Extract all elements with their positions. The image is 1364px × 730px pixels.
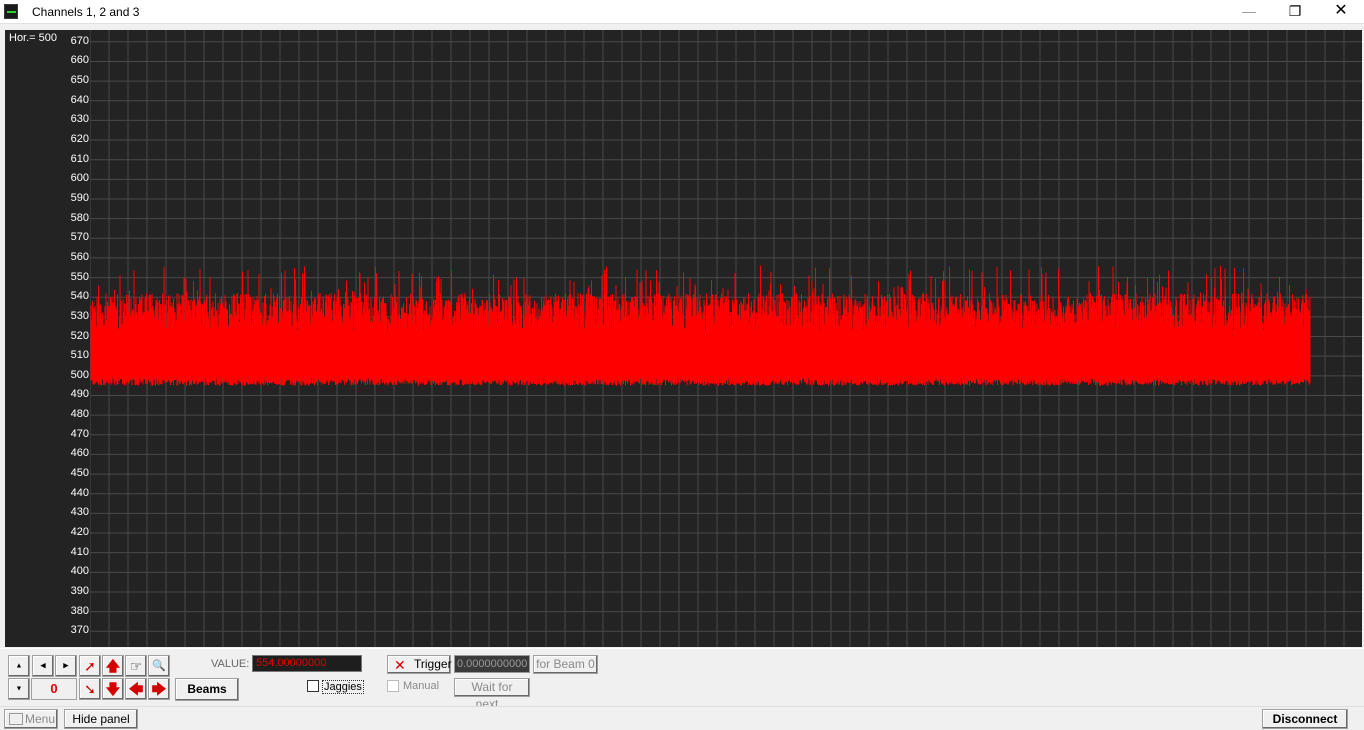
menu-label: Menu	[24, 712, 56, 726]
zoom-icon: 🔍	[152, 660, 166, 672]
shift-down-button[interactable]: 🡇	[102, 678, 124, 700]
y-tick-label: 420	[70, 526, 89, 539]
scroll-down-button[interactable]: ▼	[8, 678, 30, 700]
oscilloscope-display[interactable]: Hor.= 500 670 660 650 640 630 620 610 600 590 580…	[5, 30, 1362, 647]
scroll-up-button[interactable]: ▲	[8, 655, 30, 677]
y-tick-label: 580	[70, 211, 89, 224]
y-tick-label: 400	[70, 565, 89, 578]
window-title: Channels 1, 2 and 3	[32, 5, 140, 19]
title-bar: Channels 1, 2 and 3 — ❐ ✕	[0, 0, 1364, 24]
menu-icon	[9, 713, 23, 725]
expand-diagonal-button[interactable]: ➚	[79, 655, 101, 677]
y-tick-label: 560	[70, 250, 89, 263]
y-tick-label: 390	[70, 584, 89, 597]
triangle-left-icon: ◀	[40, 662, 46, 670]
y-tick-label: 600	[70, 172, 89, 185]
y-tick-label: 530	[70, 309, 89, 322]
hand-tool-button[interactable]: ☞	[125, 655, 147, 677]
zoom-button[interactable]: 🔍	[148, 655, 170, 677]
disconnect-button[interactable]: Disconnect	[1262, 709, 1348, 729]
value-label: VALUE:	[211, 658, 250, 670]
close-button[interactable]: ✕	[1318, 0, 1364, 24]
y-tick-label: 480	[70, 408, 89, 421]
trigger-label: Trigger	[414, 657, 452, 671]
minimize-button[interactable]: —	[1226, 0, 1272, 24]
y-tick-label: 630	[70, 113, 89, 126]
compress-diagonal-button[interactable]: ➘	[79, 678, 101, 700]
scope-plot[interactable]	[90, 30, 1362, 647]
shift-left-button[interactable]: 🡄	[125, 678, 147, 700]
y-tick-label: 460	[70, 447, 89, 460]
hide-panel-button[interactable]: Hide panel	[64, 709, 138, 729]
arrow-down-icon: 🡇	[105, 681, 121, 697]
y-tick-label: 570	[70, 231, 89, 244]
arrow-down-left-icon: ➘	[84, 681, 96, 697]
for-beam-button[interactable]: for Beam 0	[533, 655, 598, 674]
y-tick-label: 430	[70, 506, 89, 519]
y-tick-label: 520	[70, 329, 89, 342]
menu-button[interactable]: Menu	[4, 709, 58, 729]
y-tick-label: 550	[70, 270, 89, 283]
y-tick-label: 660	[70, 54, 89, 67]
y-tick-label: 640	[70, 93, 89, 106]
shift-right-button[interactable]: 🡆	[148, 678, 170, 700]
y-tick-label: 490	[70, 388, 89, 401]
arrow-up-icon: 🡅	[105, 658, 121, 674]
trace-channel	[90, 265, 1311, 386]
scroll-left-button[interactable]: ◀	[32, 655, 54, 677]
beam-counter[interactable]: 0	[31, 678, 77, 700]
triangle-up-icon: ▲	[15, 662, 23, 670]
y-tick-label: 440	[70, 486, 89, 499]
maximize-button[interactable]: ❐	[1272, 0, 1318, 24]
arrow-up-right-icon: ➚	[84, 658, 96, 674]
triangle-right-icon: ▶	[63, 662, 69, 670]
manual-label: Manual	[403, 680, 440, 692]
trigger-value-field[interactable]: 0.0000000000	[454, 655, 530, 673]
arrow-left-icon: 🡄	[128, 681, 144, 697]
y-tick-label: 650	[70, 74, 89, 87]
y-tick-label: 500	[70, 368, 89, 381]
value-field[interactable]: 554.00000000	[252, 655, 362, 672]
manual-checkbox[interactable]	[387, 680, 399, 692]
arrow-right-icon: 🡆	[151, 681, 167, 697]
triangle-down-icon: ▼	[15, 685, 23, 693]
y-tick-label: 380	[70, 604, 89, 617]
y-tick-label: 470	[70, 427, 89, 440]
beams-button[interactable]: Beams	[175, 678, 239, 701]
control-panel: ▲ ▼ ◀ ▶ 0 ➚ 🡅 ☞ 🔍 ➘ 🡇 🡄 🡆 Beams VALUE: 5…	[0, 648, 1364, 711]
scroll-right-button[interactable]: ▶	[55, 655, 77, 677]
y-tick-label: 540	[70, 290, 89, 303]
trigger-button[interactable]: ✕ Trigger	[387, 655, 452, 674]
y-tick-label: 370	[70, 624, 89, 637]
app-oscilloscope-icon	[4, 4, 18, 19]
trigger-x-icon: ✕	[394, 657, 406, 673]
y-tick-label: 410	[70, 545, 89, 558]
status-bar: Menu Hide panel Disconnect	[0, 706, 1364, 730]
y-tick-label: 610	[70, 152, 89, 165]
y-tick-label: 590	[70, 191, 89, 204]
y-tick-label: 450	[70, 467, 89, 480]
y-tick-label: 620	[70, 133, 89, 146]
hand-icon: ☞	[129, 658, 143, 674]
wait-for-next-button[interactable]: Wait for next...	[454, 678, 530, 711]
shift-up-button[interactable]: 🡅	[102, 655, 124, 677]
y-tick-label: 670	[70, 34, 89, 47]
jaggies-checkbox[interactable]	[307, 680, 319, 692]
jaggies-label[interactable]: Jaggies	[322, 680, 364, 694]
y-tick-label: 510	[70, 349, 89, 362]
